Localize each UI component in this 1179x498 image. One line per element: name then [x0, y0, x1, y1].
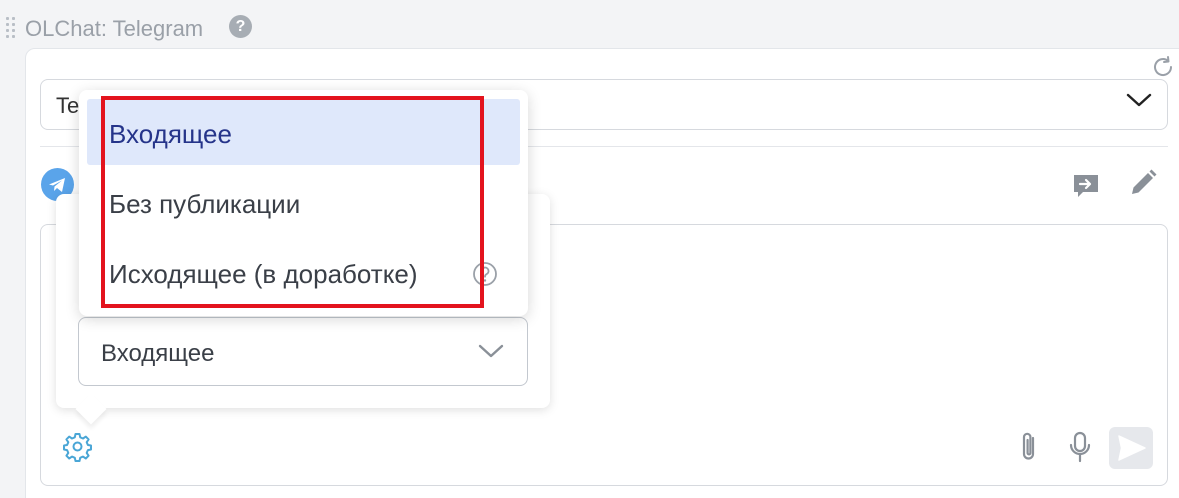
microphone-icon[interactable] — [1066, 430, 1094, 464]
help-icon[interactable]: ? — [229, 15, 252, 38]
pencil-icon[interactable] — [1128, 168, 1158, 198]
chevron-down-icon[interactable] — [477, 341, 505, 361]
gear-icon[interactable] — [62, 431, 93, 462]
highlight-box — [101, 96, 484, 308]
message-type-select-value: Входящее — [101, 340, 215, 367]
channel-select-value: Te — [56, 93, 80, 118]
forward-message-icon[interactable] — [1071, 172, 1101, 202]
send-icon — [1118, 435, 1146, 461]
send-button[interactable] — [1109, 427, 1153, 469]
drag-handle-icon[interactable] — [4, 15, 18, 39]
refresh-icon[interactable] — [1151, 55, 1175, 79]
chevron-down-icon[interactable] — [1126, 91, 1152, 109]
paperclip-icon[interactable] — [1015, 430, 1043, 464]
widget-title: OLChat: Telegram — [25, 16, 204, 41]
